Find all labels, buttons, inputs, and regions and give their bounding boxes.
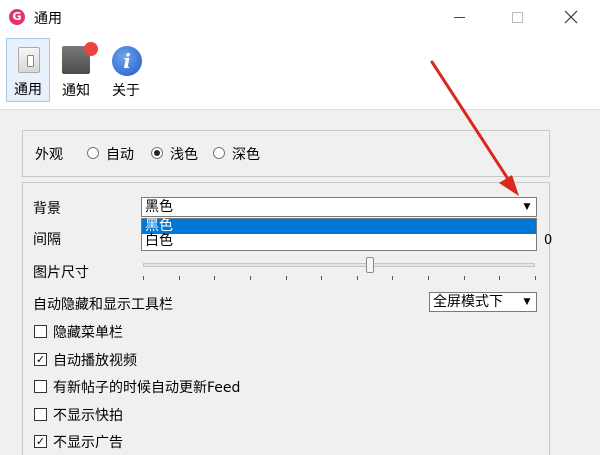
dropdown-arrow-icon[interactable]: ▼ bbox=[519, 294, 535, 310]
appearance-label: 外观 bbox=[35, 147, 63, 163]
dropdown-option-black[interactable]: 黑色 bbox=[142, 219, 536, 234]
radio-auto-label[interactable]: 自动 bbox=[106, 144, 134, 164]
slider-tick bbox=[428, 276, 429, 280]
tab-about[interactable]: i 关于 bbox=[104, 38, 148, 102]
settings-toolbar: 通用 通知 i 关于 bbox=[0, 38, 600, 104]
slider-tick bbox=[250, 276, 251, 280]
slider-tick bbox=[535, 276, 536, 280]
info-icon: i bbox=[112, 46, 142, 76]
maximize-button[interactable] bbox=[494, 0, 540, 34]
checkbox-autoplay-video-label[interactable]: 自动播放视频 bbox=[53, 350, 137, 370]
checkbox-hide-menubar-label[interactable]: 隐藏菜单栏 bbox=[53, 322, 123, 342]
image-size-slider-thumb[interactable] bbox=[366, 257, 374, 273]
slider-tick bbox=[143, 276, 144, 280]
image-size-slider-track[interactable] bbox=[143, 263, 535, 267]
tab-notifications[interactable]: 通知 bbox=[54, 38, 98, 102]
maximize-icon bbox=[511, 11, 523, 23]
notification-badge-icon bbox=[84, 42, 98, 56]
toolbar-autohide-value: 全屏模式下 bbox=[433, 294, 503, 310]
dropdown-arrow-icon[interactable]: ▼ bbox=[519, 199, 535, 215]
slider-tick bbox=[321, 276, 322, 280]
tab-about-label: 关于 bbox=[112, 83, 140, 99]
appearance-group: 外观 自动 浅色 深色 bbox=[22, 130, 550, 177]
checkbox-hide-ads-label[interactable]: 不显示广告 bbox=[53, 432, 123, 452]
minimize-button[interactable] bbox=[436, 0, 482, 34]
background-dropdown-list: 黑色 白色 bbox=[141, 218, 537, 251]
interval-value: 0 bbox=[544, 233, 553, 248]
close-button[interactable] bbox=[548, 0, 594, 34]
slider-tick bbox=[464, 276, 465, 280]
tab-general[interactable]: 通用 bbox=[6, 38, 50, 102]
minimize-icon bbox=[453, 16, 465, 18]
slider-tick bbox=[392, 276, 393, 280]
dropdown-option-white[interactable]: 白色 bbox=[142, 234, 536, 249]
tab-notifications-label: 通知 bbox=[62, 83, 90, 99]
settings-panel: 外观 自动 浅色 深色 bbox=[0, 110, 600, 455]
radio-light-label[interactable]: 浅色 bbox=[170, 144, 198, 164]
checkbox-hide-ads[interactable]: ✓ bbox=[34, 435, 47, 448]
switch-icon bbox=[18, 47, 40, 73]
background-select-value: 黑色 bbox=[145, 199, 173, 215]
toolbar-autohide-select[interactable]: 全屏模式下 ▼ bbox=[429, 292, 537, 312]
checkbox-hide-stories-label[interactable]: 不显示快拍 bbox=[53, 405, 123, 425]
close-icon bbox=[564, 10, 578, 24]
checkbox-autoplay-video[interactable]: ✓ bbox=[34, 353, 47, 366]
slider-tick bbox=[499, 276, 500, 280]
checkbox-auto-refresh-feed[interactable] bbox=[34, 380, 47, 393]
image-size-label: 图片尺寸 bbox=[33, 265, 89, 281]
radio-light[interactable] bbox=[151, 147, 163, 159]
background-label: 背景 bbox=[33, 201, 61, 217]
checkbox-auto-refresh-feed-label[interactable]: 有新帖子的时候自动更新Feed bbox=[53, 377, 240, 397]
tab-general-label: 通用 bbox=[14, 82, 42, 98]
checkbox-hide-menubar[interactable] bbox=[34, 325, 47, 338]
slider-tick bbox=[179, 276, 180, 280]
app-logo-icon: G bbox=[9, 9, 25, 25]
radio-dark-label[interactable]: 深色 bbox=[232, 144, 260, 164]
interval-label: 间隔 bbox=[33, 232, 61, 248]
window-title: 通用 bbox=[34, 11, 62, 27]
radio-dark[interactable] bbox=[213, 147, 225, 159]
checkbox-hide-stories[interactable] bbox=[34, 408, 47, 421]
title-bar: G 通用 bbox=[0, 0, 600, 34]
slider-tick bbox=[214, 276, 215, 280]
radio-auto[interactable] bbox=[87, 147, 99, 159]
toolbar-autohide-label: 自动隐藏和显示工具栏 bbox=[33, 297, 173, 313]
slider-tick bbox=[357, 276, 358, 280]
slider-tick bbox=[286, 276, 287, 280]
background-select[interactable]: 黑色 ▼ bbox=[141, 197, 537, 217]
